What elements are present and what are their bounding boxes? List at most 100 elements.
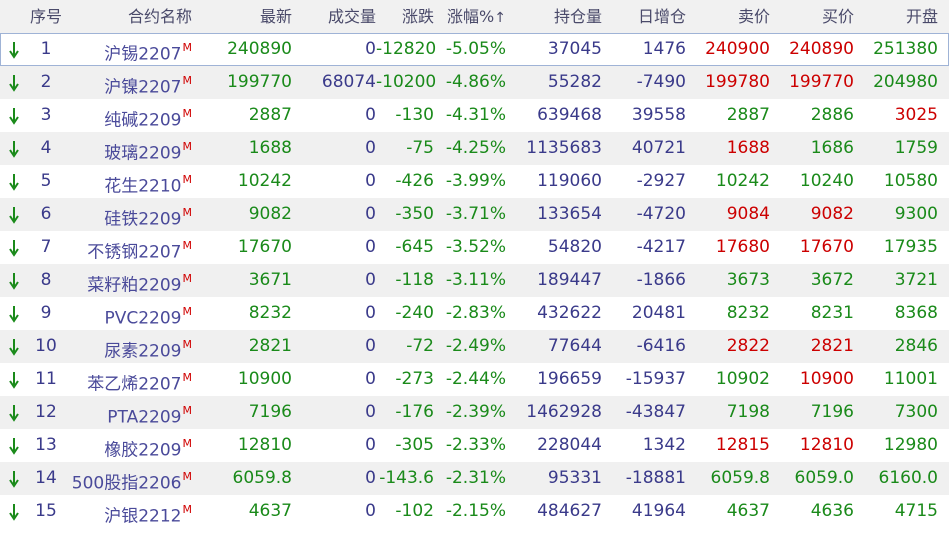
row-bid: 199770 — [789, 72, 854, 92]
table-row[interactable]: 8 菜籽粕2209M 3671 0 -118 -3.11% 189447 -1866 3673 3… — [0, 264, 949, 297]
table-row[interactable]: 14 500股指2206M 6059.8 0 -143.6 -2.31% 95331 -188… — [0, 462, 949, 495]
row-change: -350 — [395, 204, 434, 224]
row-change: -130 — [395, 105, 434, 125]
row-ask: 17680 — [715, 237, 770, 257]
row-change-pct: -4.31% — [445, 105, 506, 125]
row-bid: 2886 — [810, 105, 854, 125]
row-change-pct: -3.71% — [445, 204, 506, 224]
row-contract-name[interactable]: PVC2209M — [60, 297, 192, 330]
row-change: -176 — [395, 402, 434, 422]
row-open-interest: 484627 — [537, 501, 602, 521]
row-change: -143.6 — [379, 468, 434, 488]
row-contract-name[interactable]: 硅铁2209M — [60, 198, 192, 231]
table-row[interactable]: 11 苯乙烯2207M 10900 0 -273 -2.44% 196659 -15937 10… — [0, 363, 949, 396]
table-row[interactable]: 13 橡胶2209M 12810 0 -305 -2.33% 228044 1342 12815… — [0, 429, 949, 462]
contract-name-text: 花生2210 — [104, 176, 182, 197]
table-row[interactable]: 1 沪锡2207M 240890 0 -12820 -5.05% 37045 1476 2409… — [0, 33, 949, 66]
row-change: -72 — [406, 336, 434, 356]
row-open: 2846 — [894, 336, 938, 356]
row-open: 204980 — [873, 72, 938, 92]
main-contract-marker: M — [182, 206, 193, 219]
row-open-interest: 228044 — [537, 435, 602, 455]
row-open-interest: 95331 — [547, 468, 602, 488]
table-row[interactable]: 3 纯碱2209M 2887 0 -130 -4.31% 639468 39558 2887 28… — [0, 99, 949, 132]
table-row[interactable]: 9 PVC2209M 8232 0 -240 -2.83% 432622 20481 8232 8… — [0, 297, 949, 330]
contract-name-text: 沪镍2207 — [104, 77, 182, 98]
header-open-interest[interactable]: 持仓量 — [510, 0, 602, 33]
row-oi-change: -43847 — [625, 402, 686, 422]
header-oi-change[interactable]: 日增仓 — [606, 0, 686, 33]
row-last: 1688 — [248, 138, 292, 158]
row-contract-name[interactable]: 沪银2212M — [60, 495, 192, 528]
row-open: 1759 — [894, 138, 938, 158]
row-open-interest: 37045 — [547, 39, 602, 59]
row-last: 17670 — [237, 237, 292, 257]
row-open-interest: 133654 — [537, 204, 602, 224]
row-last: 8232 — [248, 303, 292, 323]
header-volume[interactable]: 成交量 — [298, 0, 376, 33]
row-contract-name[interactable]: 橡胶2209M — [60, 429, 192, 462]
row-open-interest: 189447 — [537, 270, 602, 290]
header-change-pct[interactable]: 涨幅%↑ — [436, 0, 506, 33]
row-contract-name[interactable]: 沪镍2207M — [60, 66, 192, 99]
table-row[interactable]: 12 PTA2209M 7196 0 -176 -2.39% 1462928 -43847 71… — [0, 396, 949, 429]
header-last[interactable]: 最新 — [200, 0, 292, 33]
down-arrow-icon — [8, 239, 20, 257]
row-contract-name[interactable]: 菜籽粕2209M — [60, 264, 192, 297]
contract-name-text: 菜籽粕2209 — [87, 275, 182, 296]
table-row[interactable]: 6 硅铁2209M 9082 0 -350 -3.71% 133654 -4720 9084 90… — [0, 198, 949, 231]
contract-name-text: 沪锡2207 — [104, 44, 182, 65]
table-row[interactable]: 5 花生2210M 10242 0 -426 -3.99% 119060 -2927 10242… — [0, 165, 949, 198]
table-row[interactable]: 15 沪银2212M 4637 0 -102 -2.15% 484627 41964 4637 4… — [0, 495, 949, 528]
row-contract-name[interactable]: 纯碱2209M — [60, 99, 192, 132]
row-change-pct: -2.31% — [445, 468, 506, 488]
row-bid: 12810 — [799, 435, 854, 455]
header-change[interactable]: 涨跌 — [376, 0, 434, 33]
main-contract-marker: M — [182, 140, 193, 153]
row-volume: 0 — [365, 402, 376, 422]
row-oi-change: -7490 — [636, 72, 686, 92]
row-bid: 10240 — [799, 171, 854, 191]
row-ask: 240900 — [705, 39, 770, 59]
row-contract-name[interactable]: 苯乙烯2207M — [60, 363, 192, 396]
row-ask: 7198 — [726, 402, 770, 422]
row-contract-name[interactable]: 尿素2209M — [60, 330, 192, 363]
row-change: -240 — [395, 303, 434, 323]
row-ask: 2887 — [726, 105, 770, 125]
row-ask: 6059.8 — [710, 468, 770, 488]
row-contract-name[interactable]: PTA2209M — [60, 396, 192, 429]
row-open-interest: 77644 — [547, 336, 602, 356]
row-contract-name[interactable]: 花生2210M — [60, 165, 192, 198]
table-row[interactable]: 4 玻璃2209M 1688 0 -75 -4.25% 1135683 40721 1688 16… — [0, 132, 949, 165]
row-bid: 8231 — [810, 303, 854, 323]
row-ask: 3673 — [726, 270, 770, 290]
row-contract-name[interactable]: 不锈钢2207M — [60, 231, 192, 264]
row-open: 251380 — [873, 39, 938, 59]
row-ask: 1688 — [726, 138, 770, 158]
row-oi-change: 1342 — [642, 435, 686, 455]
quote-table: 序号 合约名称 最新 成交量 涨跌 涨幅%↑ 持仓量 日增仓 卖价 买价 开盘 … — [0, 0, 949, 528]
row-contract-name[interactable]: 500股指2206M — [60, 462, 192, 495]
table-row[interactable]: 10 尿素2209M 2821 0 -72 -2.49% 77644 -6416 2822 282… — [0, 330, 949, 363]
row-bid: 3672 — [810, 270, 854, 290]
row-oi-change: 20481 — [631, 303, 686, 323]
row-contract-name[interactable]: 沪锡2207M — [60, 33, 192, 66]
table-row[interactable]: 2 沪镍2207M 199770 68074 -10200 -4.86% 55282 -749… — [0, 66, 949, 99]
row-last: 10242 — [237, 171, 292, 191]
row-change: -426 — [395, 171, 434, 191]
header-open[interactable]: 开盘 — [858, 0, 938, 33]
row-oi-change: 1476 — [642, 39, 686, 59]
header-contract-name[interactable]: 合约名称 — [60, 0, 192, 33]
row-volume: 0 — [365, 336, 376, 356]
contract-name-text: 橡胶2209 — [104, 440, 182, 461]
down-arrow-icon — [8, 404, 20, 422]
row-open: 7300 — [894, 402, 938, 422]
header-ask[interactable]: 卖价 — [690, 0, 770, 33]
row-change-pct: -2.39% — [445, 402, 506, 422]
row-bid: 240890 — [789, 39, 854, 59]
table-row[interactable]: 7 不锈钢2207M 17670 0 -645 -3.52% 54820 -4217 17680… — [0, 231, 949, 264]
down-arrow-icon — [8, 503, 20, 521]
row-contract-name[interactable]: 玻璃2209M — [60, 132, 192, 165]
header-bid[interactable]: 买价 — [774, 0, 854, 33]
row-change-pct: -3.11% — [445, 270, 506, 290]
